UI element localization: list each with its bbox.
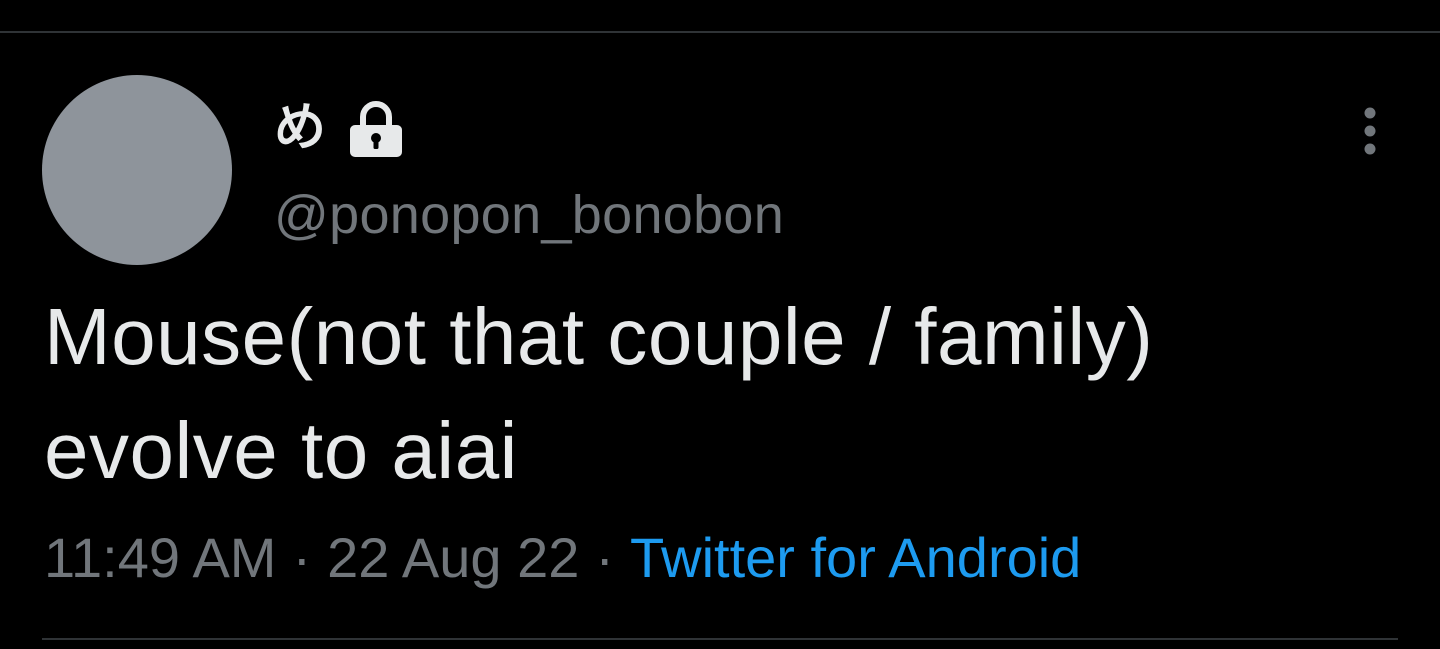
more-options-button[interactable] <box>1350 105 1390 161</box>
tweet-metadata: 11:49 AM · 22 Aug 22 · Twitter for Andro… <box>44 522 1081 595</box>
tweet-text: Mouse(not that couple / family) evolve t… <box>44 292 1154 495</box>
user-handle[interactable]: @ponopon_bonobon <box>274 185 784 245</box>
author-name-row: め <box>274 88 404 168</box>
tweet-time[interactable]: 11:49 AM <box>44 522 276 595</box>
avatar[interactable] <box>42 75 232 265</box>
bottom-divider <box>42 638 1398 640</box>
top-divider <box>0 31 1440 33</box>
display-name[interactable]: め <box>274 102 326 154</box>
more-vertical-icon <box>1363 106 1377 161</box>
tweet-source-link[interactable]: Twitter for Android <box>630 522 1081 595</box>
tweet-date[interactable]: 22 Aug 22 <box>327 522 579 595</box>
meta-separator: · <box>595 526 615 589</box>
meta-separator: · <box>292 526 312 589</box>
lock-icon <box>348 97 404 159</box>
